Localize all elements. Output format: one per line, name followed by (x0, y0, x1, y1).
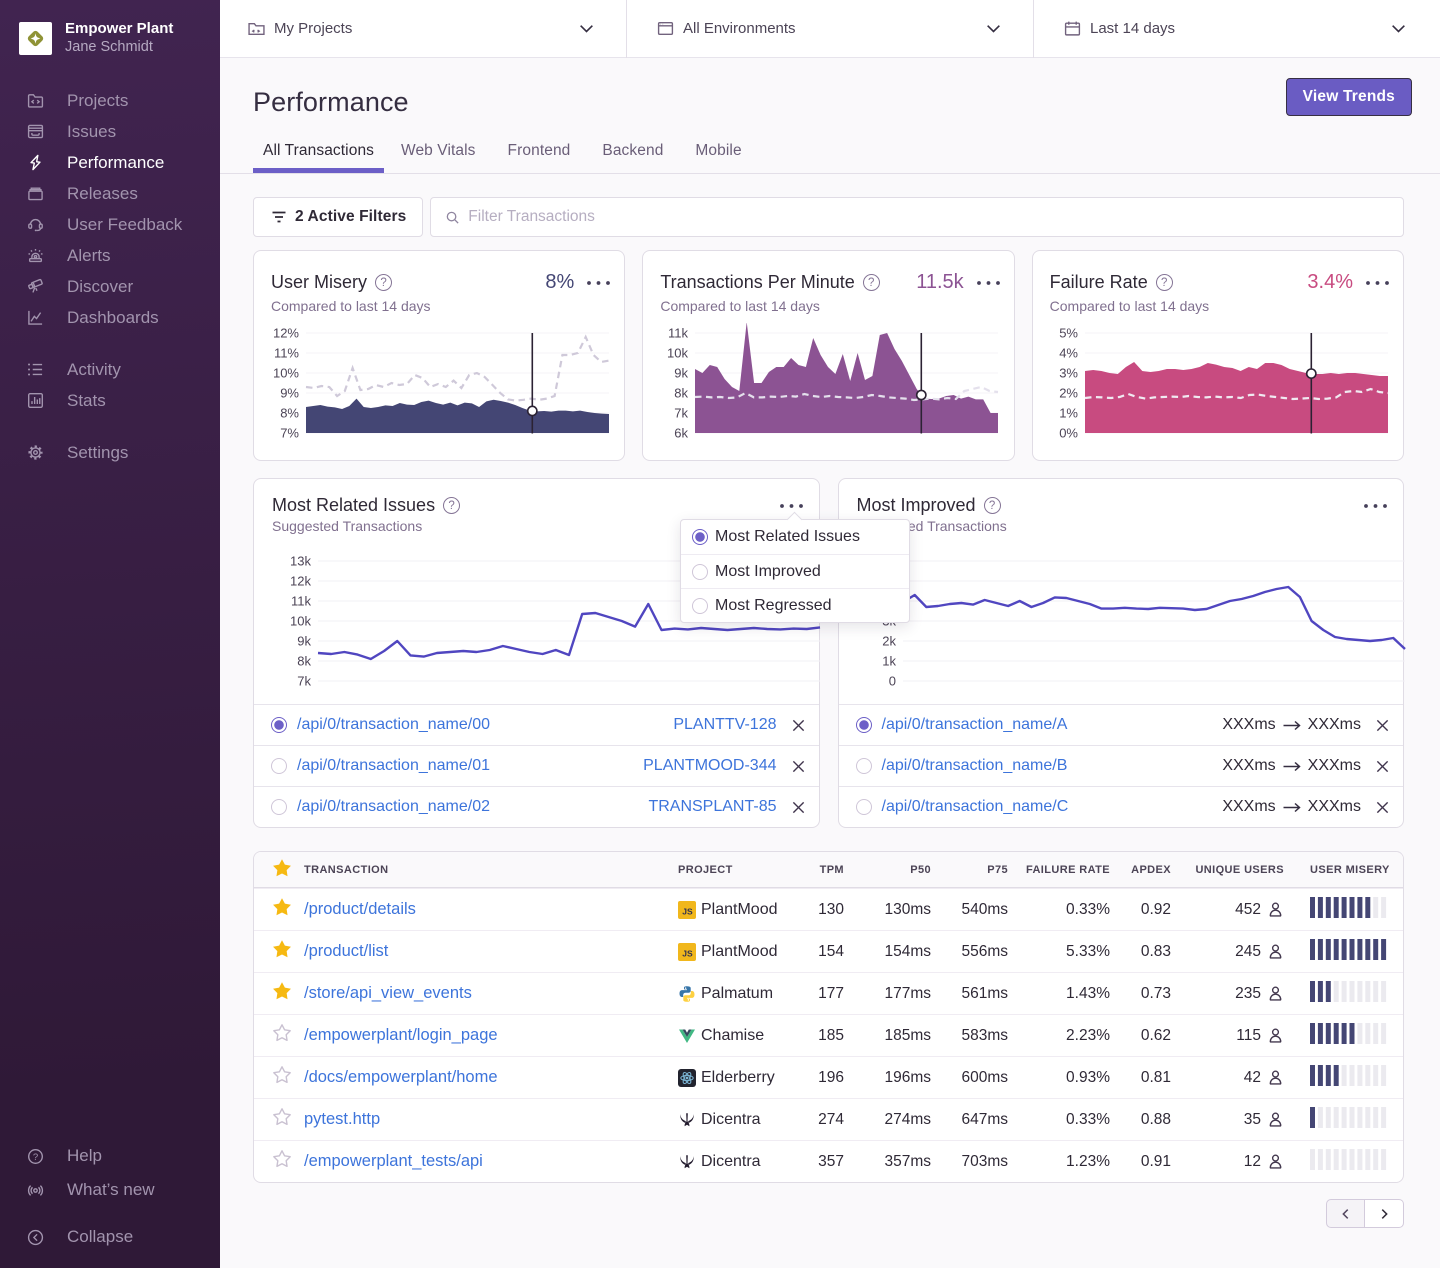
svg-text:10k: 10k (667, 346, 688, 361)
svg-text:10%: 10% (273, 366, 299, 381)
svg-text:3%: 3% (1059, 366, 1078, 381)
svg-text:11k: 11k (291, 594, 311, 609)
svg-text:1%: 1% (1059, 406, 1078, 421)
svg-text:0: 0 (888, 674, 895, 689)
svg-text:2k: 2k (882, 634, 896, 649)
svg-text:1k: 1k (882, 654, 896, 669)
svg-text:4%: 4% (1059, 346, 1078, 361)
svg-text:?: ? (33, 1151, 38, 1162)
svg-text:13k: 13k (290, 554, 311, 569)
svg-text:12k: 12k (290, 574, 311, 589)
svg-text:JS: JS (682, 906, 693, 916)
svg-text:JS: JS (682, 948, 693, 958)
svg-text:0%: 0% (1059, 426, 1078, 441)
svg-text:12%: 12% (273, 326, 299, 341)
svg-text:8%: 8% (280, 406, 299, 421)
svg-text:7k: 7k (675, 406, 689, 421)
svg-text:9k: 9k (297, 634, 311, 649)
svg-text:8k: 8k (675, 386, 689, 401)
svg-text:6k: 6k (675, 426, 689, 441)
svg-text:2%: 2% (1059, 386, 1078, 401)
svg-text:10k: 10k (290, 614, 311, 629)
svg-text:5%: 5% (1059, 326, 1078, 341)
svg-text:9k: 9k (675, 366, 689, 381)
svg-text:7%: 7% (280, 426, 299, 441)
svg-text:8k: 8k (297, 654, 311, 669)
svg-text:11k: 11k (668, 326, 688, 341)
svg-text:7k: 7k (297, 674, 311, 689)
svg-text:11%: 11% (274, 346, 299, 361)
svg-text:9%: 9% (280, 386, 299, 401)
